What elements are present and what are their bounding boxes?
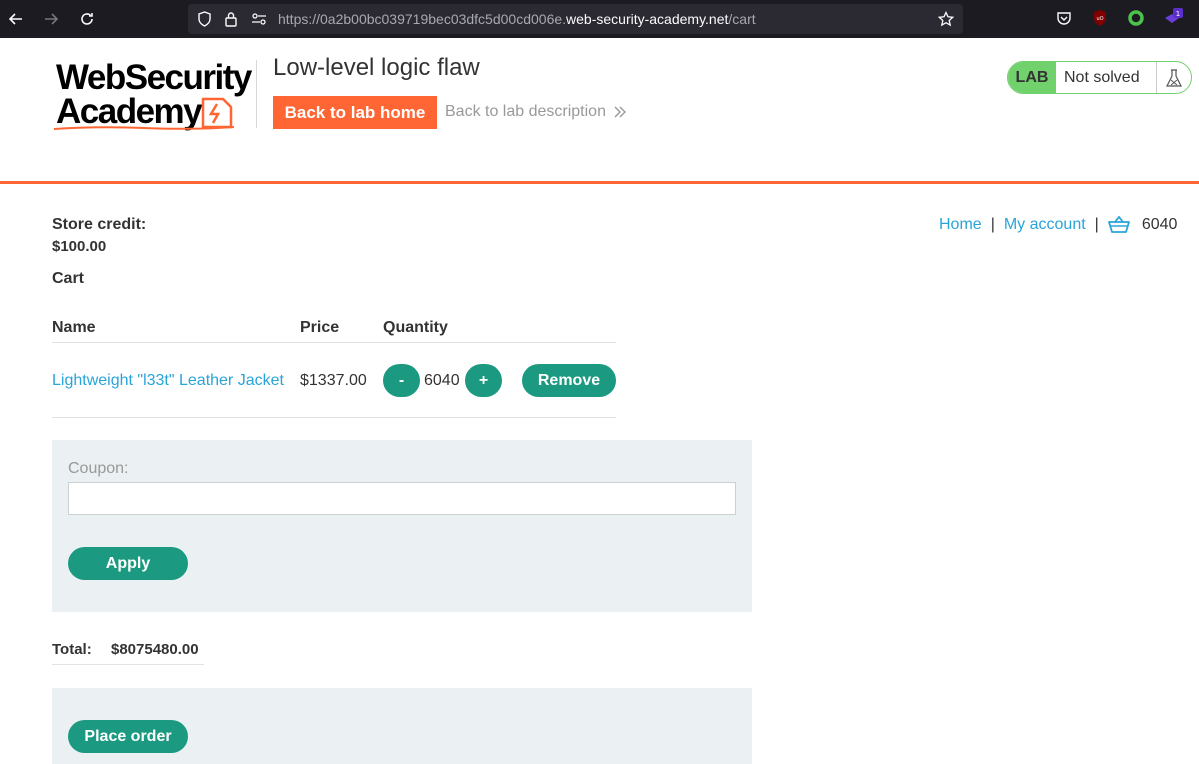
cart-heading: Cart <box>52 270 85 287</box>
lab-badge: LAB <box>1008 62 1056 93</box>
cart-count: 6040 <box>1141 216 1178 233</box>
browser-toolbar: https://0a2b00bc039719bec03dfc5d00cd006e… <box>0 0 1199 38</box>
remove-item-button[interactable]: Remove <box>522 364 616 397</box>
nav-separator: | <box>1094 216 1099 233</box>
reload-icon[interactable] <box>77 9 97 29</box>
column-header-name: Name <box>52 319 96 336</box>
lab-header: WebSecurity Academy Low-level logic flaw… <box>0 38 1199 184</box>
url-text[interactable]: https://0a2b00bc039719bec03dfc5d00cd006e… <box>278 11 756 27</box>
coupon-panel: Coupon: Apply <box>52 440 752 612</box>
lab-title: Low-level logic flaw <box>273 54 480 81</box>
url-domain: web-security-academy.net <box>566 11 729 27</box>
my-account-link[interactable]: My account <box>1004 216 1086 234</box>
lab-state: Not solved <box>1064 68 1140 86</box>
lab-status-widget: LAB Not solved <box>1007 61 1192 94</box>
basket-icon[interactable] <box>1107 216 1130 234</box>
apply-coupon-button[interactable]: Apply <box>68 547 188 580</box>
ublock-icon[interactable]: uO <box>1091 9 1109 27</box>
back-to-lab-home-button[interactable]: Back to lab home <box>273 96 437 129</box>
lock-icon[interactable] <box>223 11 239 27</box>
svg-text:uO: uO <box>1096 16 1103 22</box>
place-order-panel: Place order <box>52 688 752 764</box>
header-divider <box>256 60 257 128</box>
coupon-label: Coupon: <box>68 460 129 477</box>
row-divider-line <box>52 417 616 418</box>
header-divider-line <box>52 342 616 343</box>
total-value: $8075480.00 <box>111 641 199 658</box>
shield-icon[interactable] <box>196 11 212 27</box>
decrement-quantity-button[interactable]: - <box>383 364 420 397</box>
permissions-icon[interactable] <box>251 11 267 27</box>
back-to-lab-description-link[interactable]: Back to lab description <box>445 103 626 121</box>
url-prefix: https://0a2b00bc039719bec03dfc5d00cd006e… <box>278 11 567 27</box>
column-header-quantity: Quantity <box>383 319 448 336</box>
product-price: $1337.00 <box>300 372 367 389</box>
store-credit-label: Store credit: <box>52 216 147 233</box>
column-header-price: Price <box>300 319 340 336</box>
product-name-link[interactable]: Lightweight "l33t" Leather Jacket <box>52 372 284 390</box>
place-order-button[interactable]: Place order <box>68 720 188 753</box>
home-link[interactable]: Home <box>939 216 982 234</box>
total-row: Total: $8075480.00 <box>52 641 204 665</box>
coupon-input[interactable] <box>68 482 736 515</box>
increment-quantity-button[interactable]: + <box>465 364 502 397</box>
web-security-academy-logo[interactable]: WebSecurity Academy <box>54 60 254 132</box>
purple-extension-icon[interactable]: 1 <box>1163 8 1185 27</box>
flask-icon <box>1156 62 1191 93</box>
pocket-icon[interactable] <box>1055 9 1073 27</box>
url-path: /cart <box>728 11 756 27</box>
nav-separator: | <box>990 216 995 233</box>
green-ring-extension-icon[interactable] <box>1127 9 1145 27</box>
double-chevron-right-icon <box>614 106 626 118</box>
top-navigation: Home | My account | 6040 <box>939 215 1177 235</box>
logo-underline-icon <box>54 126 234 130</box>
back-arrow-icon[interactable] <box>6 9 26 29</box>
forward-arrow-icon[interactable] <box>41 9 61 29</box>
extension-badge: 1 <box>1176 10 1180 18</box>
total-label: Total: <box>52 641 92 658</box>
back-to-lab-description-label: Back to lab description <box>445 103 606 120</box>
store-credit-value: $100.00 <box>52 238 107 255</box>
address-bar[interactable]: https://0a2b00bc039719bec03dfc5d00cd006e… <box>188 4 963 34</box>
quantity-value: 6040 <box>424 372 460 389</box>
bookmark-star-icon[interactable] <box>938 11 954 27</box>
logo-line1: WebSecurity <box>56 58 252 97</box>
